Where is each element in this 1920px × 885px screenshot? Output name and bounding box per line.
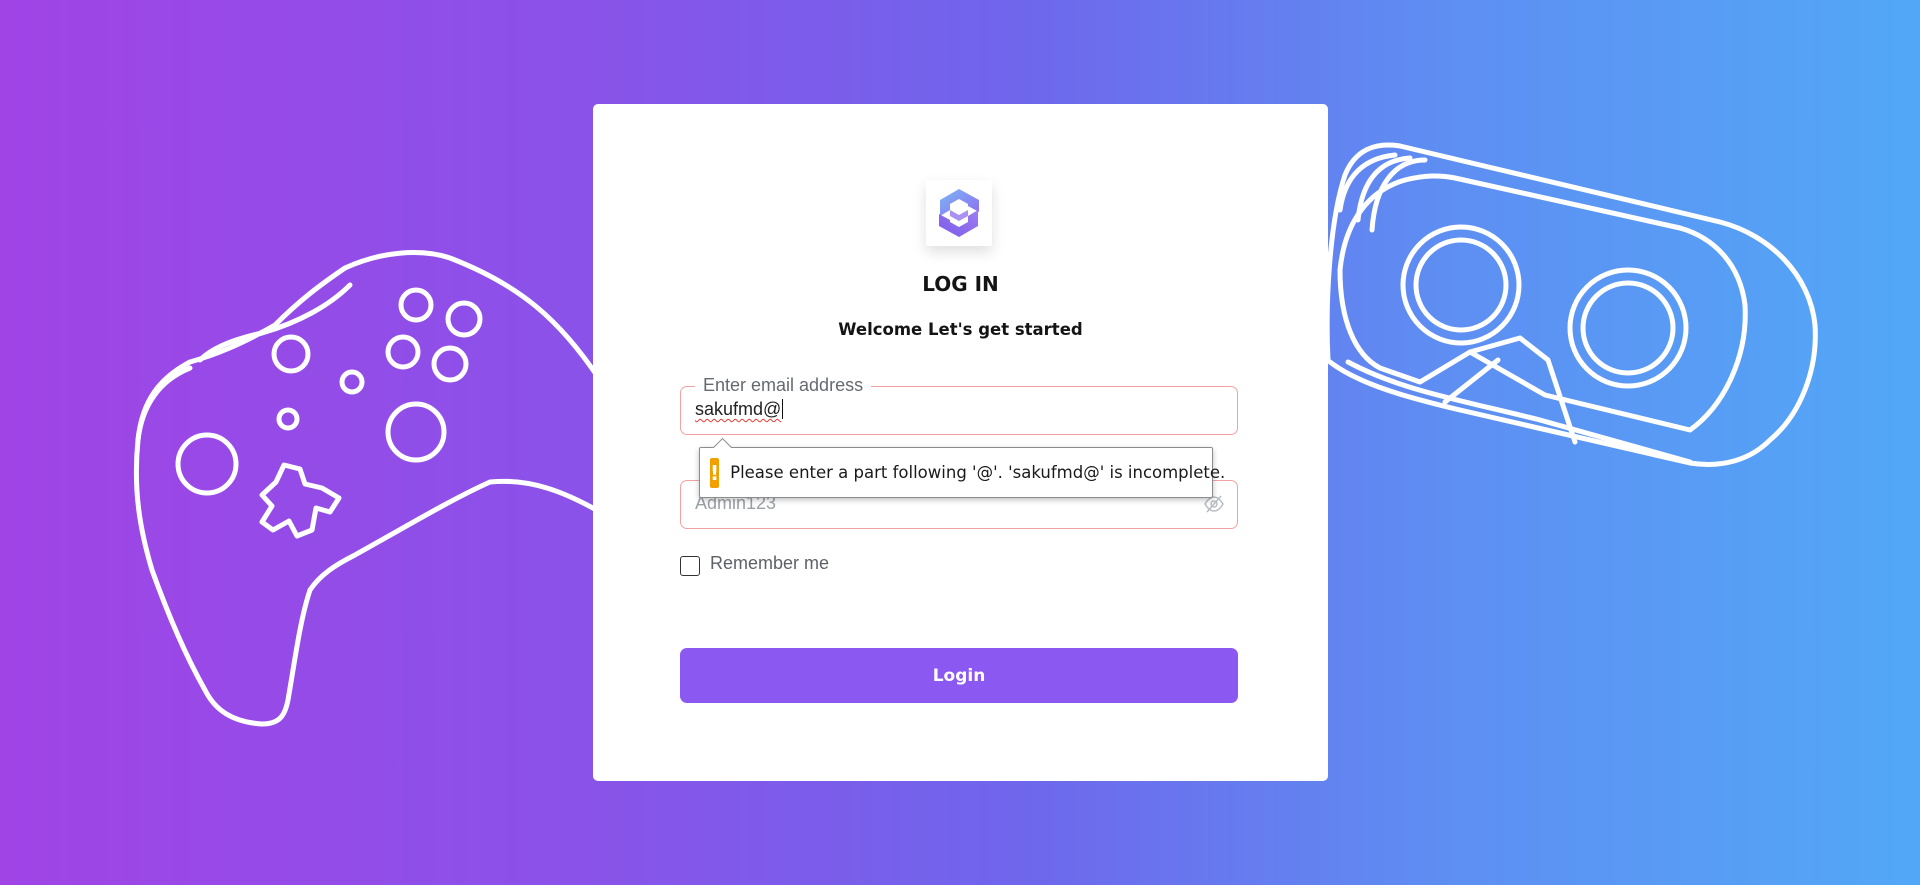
remember-me[interactable]: Remember me: [680, 552, 830, 576]
warning-icon: !: [710, 457, 720, 488]
email-field[interactable]: Enter email address sakufmd@: [680, 375, 1238, 435]
remember-me-label: Remember me: [710, 552, 830, 573]
text-caret: [782, 399, 784, 419]
email-input-value[interactable]: sakufmd@: [695, 399, 784, 420]
tooltip-arrow: [712, 436, 732, 448]
vr-headset-outline-icon: [1324, 142, 1818, 467]
remember-me-checkbox[interactable]: [680, 556, 700, 576]
login-button[interactable]: Login: [680, 648, 1238, 703]
email-typed-text: sakufmd@: [695, 399, 782, 419]
gamepad-outline-icon: [133, 250, 603, 727]
welcome-subtitle: Welcome Let's get started: [838, 320, 1083, 339]
validation-message: Please enter a part following '@'. 'saku…: [730, 463, 1226, 482]
validation-tooltip: ! Please enter a part following '@'. 'sa…: [699, 447, 1225, 498]
hexagon-logo-icon: [939, 189, 979, 237]
logo: [926, 180, 992, 246]
login-card: LOG IN Welcome Let's get started Enter e…: [593, 104, 1328, 781]
page-title: LOG IN: [922, 272, 999, 296]
email-field-label: Enter email address: [695, 375, 872, 396]
